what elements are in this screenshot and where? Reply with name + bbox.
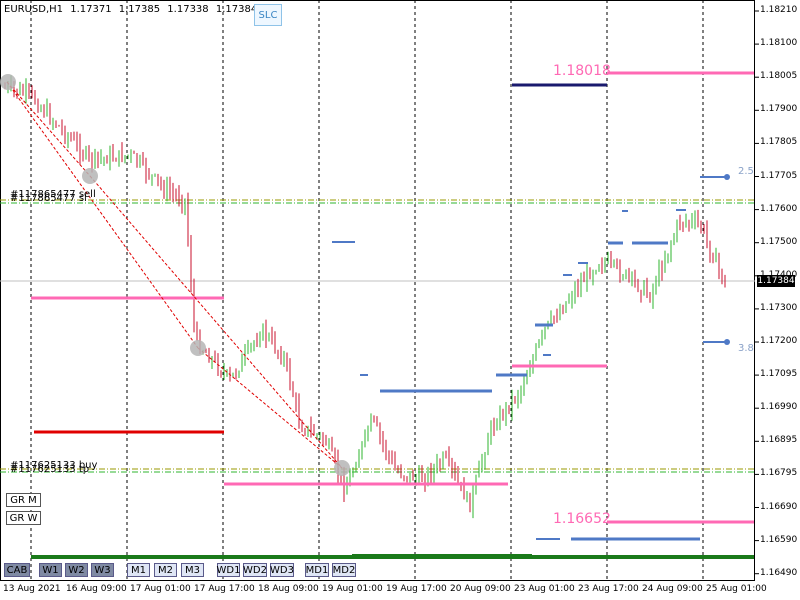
symbol-label: EURUSD,H1 bbox=[4, 4, 64, 15]
ratio-lower-label: 3.8 bbox=[738, 343, 754, 354]
time-axis-label: 17 Aug 01:00 bbox=[130, 584, 191, 594]
price-chart[interactable] bbox=[0, 0, 800, 600]
time-axis-label: 19 Aug 01:00 bbox=[322, 584, 383, 594]
price-axis-label: 1.16690 bbox=[760, 501, 798, 512]
price-axis-label: 1.18005 bbox=[760, 71, 798, 82]
w1-button[interactable]: W1 bbox=[39, 563, 62, 577]
ratio-handle-lower[interactable] bbox=[724, 339, 730, 345]
chart-header: EURUSD,H1 1.17371 1.17385 1.17338 1.1738… bbox=[4, 4, 261, 15]
price-axis-label: 1.18100 bbox=[760, 38, 798, 49]
lower-level-label: 1.16652 bbox=[553, 511, 611, 527]
price-axis-label: 1.16895 bbox=[760, 435, 798, 446]
m2-button[interactable]: M2 bbox=[154, 563, 177, 577]
low-value: 1.17338 bbox=[167, 4, 209, 15]
price-axis-label: 1.17500 bbox=[760, 236, 798, 247]
m1-button[interactable]: M1 bbox=[127, 563, 150, 577]
wd3-button[interactable]: WD3 bbox=[270, 563, 294, 577]
price-axis-label: 1.17705 bbox=[760, 170, 798, 181]
gr-w-button[interactable]: GR W bbox=[6, 511, 41, 525]
wd2-button[interactable]: WD2 bbox=[243, 563, 267, 577]
cab-button[interactable]: CAB bbox=[4, 563, 30, 577]
pivot-marker-3[interactable] bbox=[190, 340, 206, 356]
current-price-tag: 1.17384 bbox=[757, 275, 795, 287]
gr-m-button[interactable]: GR M bbox=[6, 493, 41, 507]
chart-window[interactable]: EURUSD,H1 1.17371 1.17385 1.17338 1.1738… bbox=[0, 0, 800, 600]
time-axis-label: 18 Aug 09:00 bbox=[258, 584, 319, 594]
trend-lines[interactable] bbox=[6, 81, 343, 469]
ratio-upper-label: 2.5 bbox=[738, 166, 754, 177]
high-value: 1.17385 bbox=[118, 4, 161, 15]
sell-sl-tag[interactable]: #117865477 sl bbox=[10, 193, 87, 204]
price-axis-label: 1.17095 bbox=[760, 369, 798, 380]
open-value: 1.17371 bbox=[70, 4, 112, 15]
price-axis-label: 1.16795 bbox=[760, 468, 798, 479]
level-segments[interactable] bbox=[31, 71, 754, 559]
pivot-marker-1[interactable] bbox=[0, 74, 16, 90]
price-axis-label: 1.17200 bbox=[760, 336, 798, 346]
trend-line-1[interactable] bbox=[6, 81, 91, 177]
trend-line-2[interactable] bbox=[6, 81, 199, 349]
md2-button[interactable]: MD2 bbox=[332, 563, 356, 577]
ratio-handle-upper[interactable] bbox=[724, 174, 730, 180]
pivot-marker-4[interactable] bbox=[334, 460, 350, 476]
w3-button[interactable]: W3 bbox=[91, 563, 114, 577]
time-axis-label: 16 Aug 09:00 bbox=[66, 584, 127, 594]
w2-button[interactable]: W2 bbox=[65, 563, 88, 577]
price-axis-label: 1.18210 bbox=[760, 5, 798, 15]
price-axis-label: 1.16590 bbox=[760, 534, 798, 545]
price-axis-label: 1.17805 bbox=[760, 137, 798, 148]
time-axis-label: 17 Aug 17:00 bbox=[194, 584, 255, 594]
price-axis-label: 1.17900 bbox=[760, 104, 798, 115]
pivot-marker-2[interactable] bbox=[82, 168, 98, 184]
wd1-button[interactable]: WD1 bbox=[217, 563, 240, 577]
time-axis-label: 25 Aug 01:00 bbox=[706, 584, 767, 594]
upper-level-label: 1.18018 bbox=[553, 63, 611, 79]
price-axis-label: 1.17300 bbox=[760, 302, 798, 313]
time-axis-label: 23 Aug 01:00 bbox=[514, 584, 575, 594]
price-axis-label: 1.16490 bbox=[760, 567, 798, 578]
time-axis-label: 23 Aug 17:00 bbox=[578, 584, 639, 594]
price-axis-label: 1.16990 bbox=[760, 402, 798, 413]
time-axis-label: 24 Aug 09:00 bbox=[642, 584, 703, 594]
trend-line-3[interactable] bbox=[89, 175, 343, 469]
slc-button[interactable]: SLC bbox=[254, 4, 282, 26]
period-separators bbox=[30, 0, 704, 580]
time-axis-label: 19 Aug 17:00 bbox=[386, 584, 447, 594]
time-axis-label: 20 Aug 09:00 bbox=[450, 584, 511, 594]
time-axis-label: 13 Aug 2021 bbox=[3, 584, 61, 594]
price-axis-label: 1.17600 bbox=[760, 203, 798, 214]
md1-button[interactable]: MD1 bbox=[305, 563, 329, 577]
price-axis-ticks bbox=[755, 10, 759, 575]
close-value: 1.17384 bbox=[215, 4, 258, 15]
trend-line-4[interactable] bbox=[197, 347, 343, 469]
m3-button[interactable]: M3 bbox=[181, 563, 204, 577]
buy-tp-tag[interactable]: #117625133 tp bbox=[10, 464, 89, 475]
